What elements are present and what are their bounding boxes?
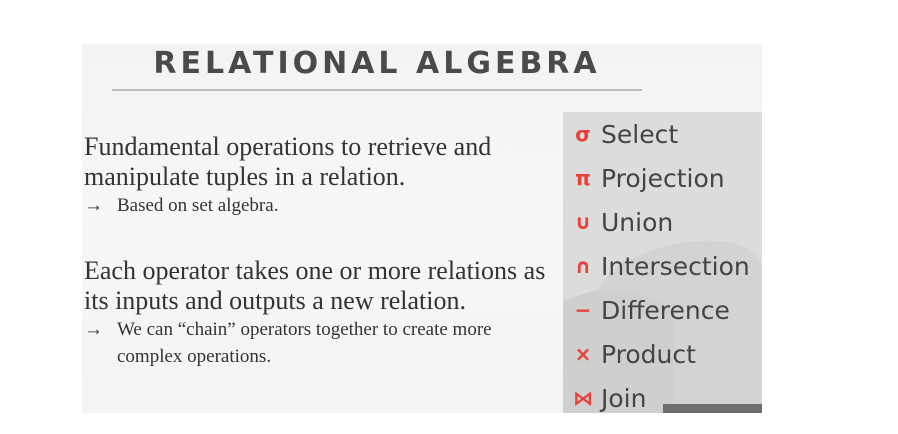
operator-name: Intersection [601, 251, 750, 281]
operator-item: π Projection [563, 156, 750, 200]
operator-item: σ Select [563, 112, 750, 156]
operators-panel: σ Select π Projection ∪ Union ∩ Intersection − Di… [563, 112, 762, 413]
bowtie-icon: ⋈ [573, 386, 593, 410]
operator-name: Projection [601, 163, 725, 193]
intersection-icon: ∩ [574, 254, 592, 278]
arrow-icon: → [84, 319, 103, 340]
paragraph-2-main: Each operator takes one or more relation… [84, 256, 546, 315]
paragraph-2: Each operator takes one or more relation… [84, 256, 554, 370]
paragraph-1-sub: → Based on set algebra. [84, 192, 554, 219]
pi-icon: π [575, 166, 591, 190]
title-divider [112, 89, 642, 91]
times-icon: × [574, 342, 592, 366]
paragraph-2-sub-text: We can “chain” operators together to cre… [117, 319, 492, 367]
union-icon: ∪ [574, 210, 592, 234]
operator-name: Union [601, 207, 674, 237]
paragraph-1: Fundamental operations to retrieve and m… [84, 132, 554, 219]
slide: RELATIONAL ALGEBRA Fundamental operation… [82, 44, 762, 413]
operator-item: × Product [563, 332, 750, 376]
operator-name: Select [601, 119, 679, 149]
operator-name: Join [601, 383, 647, 413]
paragraph-1-sub-text: Based on set algebra. [117, 195, 279, 216]
operator-name: Product [601, 339, 696, 369]
operator-item: − Difference [563, 288, 750, 332]
video-thumbnail[interactable] [663, 404, 762, 413]
arrow-icon: → [84, 195, 103, 216]
minus-icon: − [574, 298, 592, 322]
slide-title: RELATIONAL ALGEBRA [153, 46, 601, 81]
operator-name: Difference [601, 295, 730, 325]
paragraph-1-main: Fundamental operations to retrieve and m… [84, 132, 492, 191]
sigma-icon: σ [575, 122, 591, 146]
operators-list: σ Select π Projection ∪ Union ∩ Intersection − Di… [563, 112, 750, 413]
paragraph-2-sub: → We can “chain” operators together to c… [84, 316, 554, 370]
operator-item: ∩ Intersection [563, 244, 750, 288]
operator-item: ∪ Union [563, 200, 750, 244]
